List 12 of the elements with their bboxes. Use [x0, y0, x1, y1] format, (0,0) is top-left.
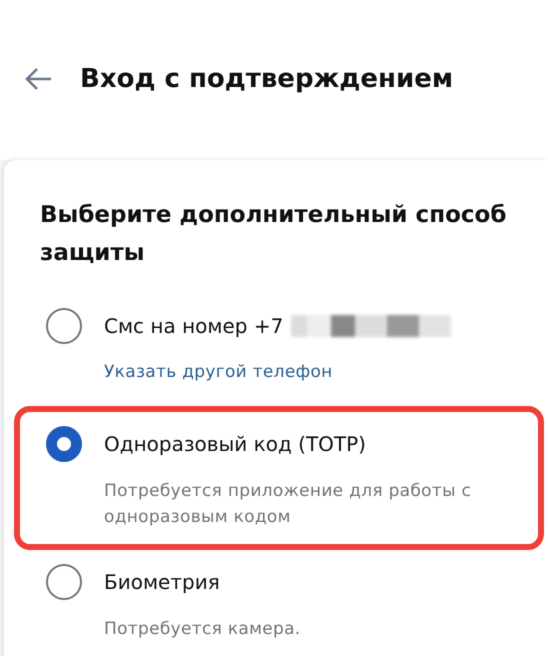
option-label: Одноразовый код (TOTP) [104, 432, 366, 456]
change-phone-link[interactable]: Указать другой телефон [104, 362, 516, 382]
page-title: Вход с подтверждением [80, 63, 454, 96]
back-arrow-icon [25, 67, 53, 91]
radio-button[interactable] [46, 308, 82, 344]
option-description: Потребуется приложение для работы с одноразовым кодом [104, 480, 472, 529]
section-heading: Выберите дополнительный способ защиты [40, 201, 508, 268]
option-label: Биометрия [104, 570, 220, 594]
option-description: Потребуется камера. [104, 618, 302, 641]
radio-button[interactable] [46, 426, 82, 462]
radio-button[interactable] [46, 564, 82, 600]
option-label: Смс на номер +7 [104, 314, 284, 338]
